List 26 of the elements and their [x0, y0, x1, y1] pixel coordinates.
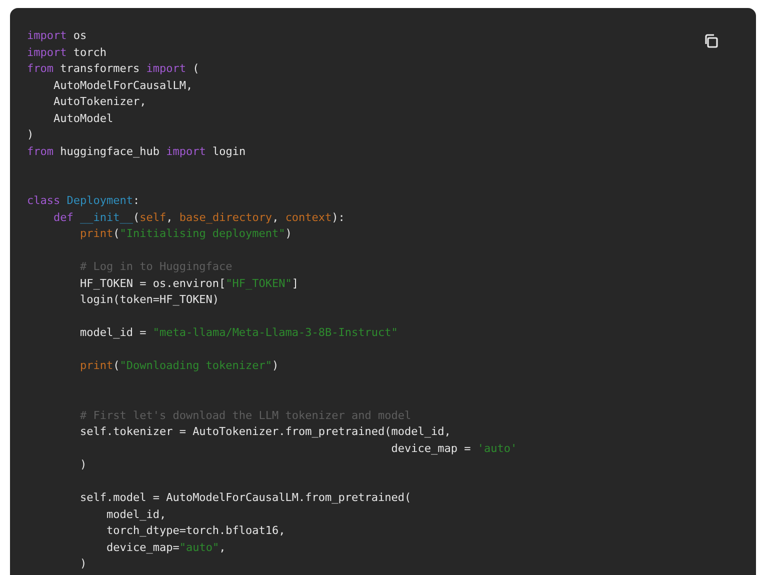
code-line: device_map="auto",	[105, 540, 226, 556]
code-line: AutoModelForCausalLM,	[52, 78, 193, 94]
code-line: print("Downloading tokenizer")	[78, 358, 279, 374]
code-line: # Log in to Huggingface	[78, 259, 232, 275]
code-line: from huggingface_hub import login	[27, 144, 246, 160]
code-line: print("Initialising deployment")	[78, 226, 292, 242]
code-line: )	[78, 556, 87, 572]
code-line: from transformers import (	[27, 61, 200, 77]
code-line: login(token=HF_TOKEN)	[78, 292, 220, 308]
copy-icon	[703, 33, 719, 49]
code-line: AutoTokenizer,	[52, 94, 146, 110]
code-line: self.tokenizer = AutoTokenizer.from_pretrained(model_id,	[78, 424, 451, 440]
code-line: model_id,	[105, 506, 166, 523]
code-line: def __init__(self, base_directory, context):	[52, 210, 345, 226]
code-line: device_map = 'auto'	[390, 440, 518, 457]
code-line: self.model = AutoModelForCausalLM.from_pretrained(	[78, 490, 412, 506]
code-line: # First let's download the LLM tokenizer and model	[78, 408, 412, 424]
code-line: AutoModel	[52, 110, 114, 126]
code-line: )	[27, 127, 34, 143]
code-line: )	[78, 457, 87, 473]
code-line: import os	[27, 28, 87, 44]
code-line: torch_dtype=torch.bfloat16,	[105, 523, 286, 539]
code-line: model_id = "meta-llama/Meta-Llama-3-8B-Instruct"	[78, 325, 398, 341]
code-line: HF_TOKEN = os.environ["HF_TOKEN"]	[78, 276, 299, 292]
code-line: class Deployment:	[27, 193, 140, 209]
code-line: import torch	[27, 44, 106, 60]
